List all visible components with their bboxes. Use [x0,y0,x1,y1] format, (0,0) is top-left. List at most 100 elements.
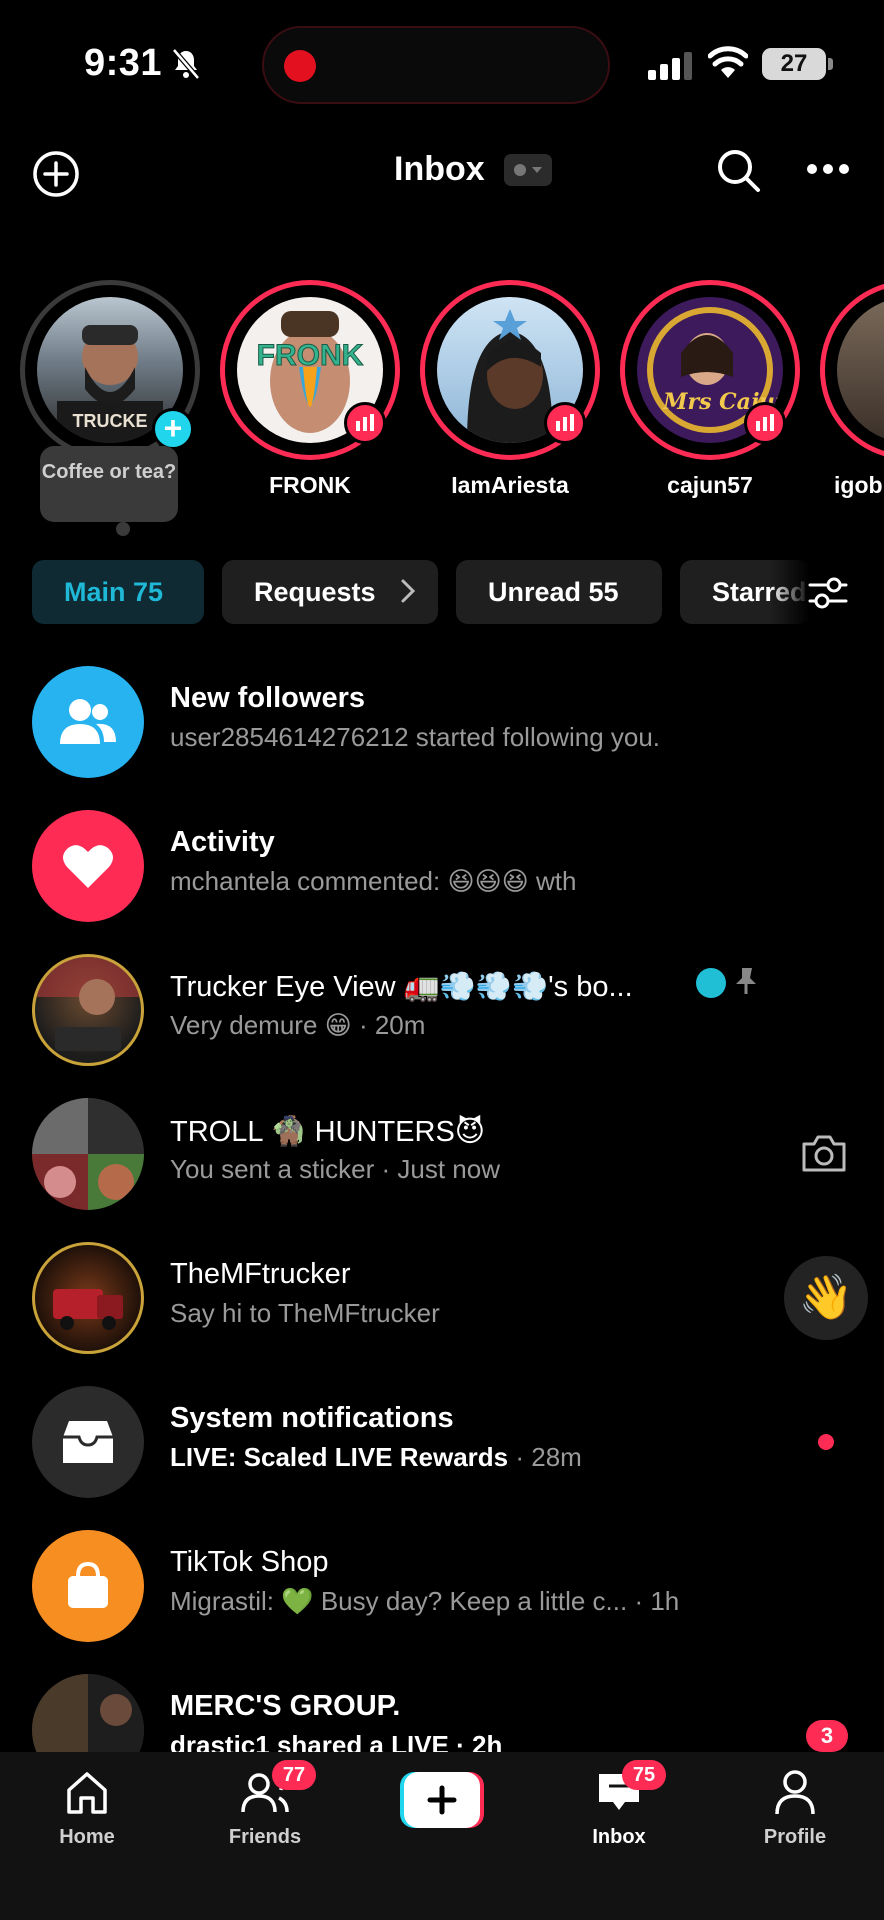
avatar [837,297,884,443]
battery-tip [828,58,833,70]
add-story-icon[interactable]: + [152,408,194,450]
wave-button[interactable]: 👋 [784,1256,868,1340]
search-icon[interactable] [714,146,762,194]
heart-icon [32,810,144,922]
inbox-row-tiktok-shop[interactable]: TikTok Shop Migrastil: 💚 Busy day? Keep … [0,1530,884,1670]
tabs-fade [770,560,810,624]
nav-label: Home [59,1826,115,1848]
row-subtitle-time: · 28m [508,1442,582,1472]
avatar-text: TRUCKE [73,411,148,431]
recording-indicator-icon [284,50,316,82]
inbox-row-trucker-eye-view[interactable]: Trucker Eye View 🚛💨💨💨's bo... Very demur… [0,954,884,1094]
inbox-row-system-notifications[interactable]: System notifications LIVE: Scaled LIVE R… [0,1386,884,1526]
row-subtitle: Migrastil: 💚 Busy day? Keep a little c..… [170,1586,680,1616]
group-chat-icon [696,968,726,998]
unread-dot [818,1434,834,1450]
story-name: cajun57 [667,472,753,498]
nav-profile[interactable]: Profile [730,1768,860,1868]
note-bubble[interactable]: Coffee or tea? [40,446,178,522]
row-title: TheMFtrucker [170,1258,351,1290]
story-igob[interactable]: igob [810,280,884,510]
inbox-header: Inbox [0,140,884,210]
home-indicator [300,1904,584,1912]
tab-label: Unread 55 [488,577,619,607]
live-indicator-icon [544,402,586,444]
inbox-row-troll-hunters[interactable]: TROLL 🧌 HUNTERS😈 You sent a sticker · Ju… [0,1098,884,1238]
tab-unread[interactable]: Unread 55 [456,560,662,624]
avatar [32,1242,144,1354]
status-bar: 9:31 27 [0,0,884,130]
note-bubble-tail [116,522,130,536]
story-name: FRONK [269,472,351,498]
row-title: Activity [170,826,275,858]
row-subtitle-strong: LIVE: Scaled LIVE Rewards [170,1442,509,1472]
nav-label: Profile [763,1826,827,1848]
group-avatar [32,1674,144,1752]
unread-count-badge: 3 [806,1720,848,1752]
story-iamariesta[interactable]: IamAriesta [410,280,600,510]
avatar [32,954,144,1066]
pin-icon [736,968,756,994]
dynamic-island [262,26,610,104]
nav-label: Friends [228,1826,302,1848]
followers-icon [32,666,144,778]
row-subtitle: mchantela commented: 😆😆😆 wth [170,866,577,896]
row-subtitle: drastic1 shared a LIVE · 2h [170,1730,503,1752]
row-title: System notifications [170,1402,454,1434]
cellular-signal-icon [648,52,692,80]
row-subtitle: You sent a sticker · Just now [170,1154,500,1184]
tab-main[interactable]: Main 75 [32,560,204,624]
friends-badge: 77 [272,1760,316,1790]
tab-label: Requests [254,577,376,607]
story-fronk[interactable]: FRONK FRONK [210,280,400,510]
nav-inbox[interactable]: 75 Inbox [554,1760,684,1868]
inbox-filter-tabs: Main 75 Requests Unread 55 Starred [0,560,884,626]
inbox-badge: 75 [622,1760,666,1790]
battery-icon: 27 [762,48,826,80]
add-icon[interactable] [32,150,80,198]
inbox-row-mercs-group[interactable]: MERC'S GROUP. drastic1 shared a LIVE · 2… [0,1674,884,1752]
avatar-text: FRONK [257,339,364,372]
inbox-row-new-followers[interactable]: New followers user2854614276212 started … [0,666,884,806]
chevron-down-icon [514,164,542,176]
inbox-row-activity[interactable]: Activity mchantela commented: 😆😆😆 wth [0,810,884,950]
page-title: Inbox [394,150,485,188]
live-indicator-icon [344,402,386,444]
chevron-right-icon [401,579,416,603]
wifi-icon [708,46,748,78]
row-title: Trucker Eye View 🚛💨💨💨's bo... [170,971,633,1003]
shopping-bag-icon [32,1530,144,1642]
row-title: TROLL 🧌 HUNTERS😈 [170,1116,486,1148]
create-button[interactable] [400,1772,484,1828]
nav-label: Inbox [592,1826,646,1848]
story-name: IamAriesta [451,472,569,498]
profile-icon [775,1770,815,1815]
stories-row: TRUCKE + Your Story FRONK FRONK [0,220,884,536]
story-name: igob [834,472,883,498]
live-indicator-icon [744,402,786,444]
bottom-nav: Home 77 Friends 75 Inbox Profile [0,1752,884,1920]
story-ring [820,280,884,460]
bell-muted-icon [172,48,200,80]
nav-friends[interactable]: 77 Friends [200,1760,330,1868]
tab-label: Main 75 [64,577,164,607]
row-title: MERC'S GROUP. [170,1690,401,1722]
status-time: 9:31 [84,42,163,84]
inbox-row-themftrucker[interactable]: TheMFtrucker Say hi to TheMFtrucker 👋 [0,1242,884,1382]
story-cajun57[interactable]: Mrs Cajun cajun57 [610,280,800,510]
more-options-icon[interactable] [806,162,850,176]
inbox-tray-icon [32,1386,144,1498]
home-icon [67,1772,107,1814]
row-subtitle: user2854614276212 started following you. [170,722,661,752]
tab-requests[interactable]: Requests [222,560,438,624]
row-title: New followers [170,682,365,714]
group-avatar [32,1098,144,1210]
nav-home[interactable]: Home [22,1768,152,1868]
online-status-dropdown[interactable] [504,154,552,186]
row-title: TikTok Shop [170,1546,329,1578]
row-subtitle: Very demure 😁 · 20m [170,1010,426,1040]
row-subtitle: LIVE: Scaled LIVE Rewards · 28m [170,1442,582,1473]
filter-settings-icon[interactable] [808,574,848,612]
camera-icon[interactable] [800,1132,848,1174]
row-subtitle: Say hi to TheMFtrucker [170,1298,440,1328]
